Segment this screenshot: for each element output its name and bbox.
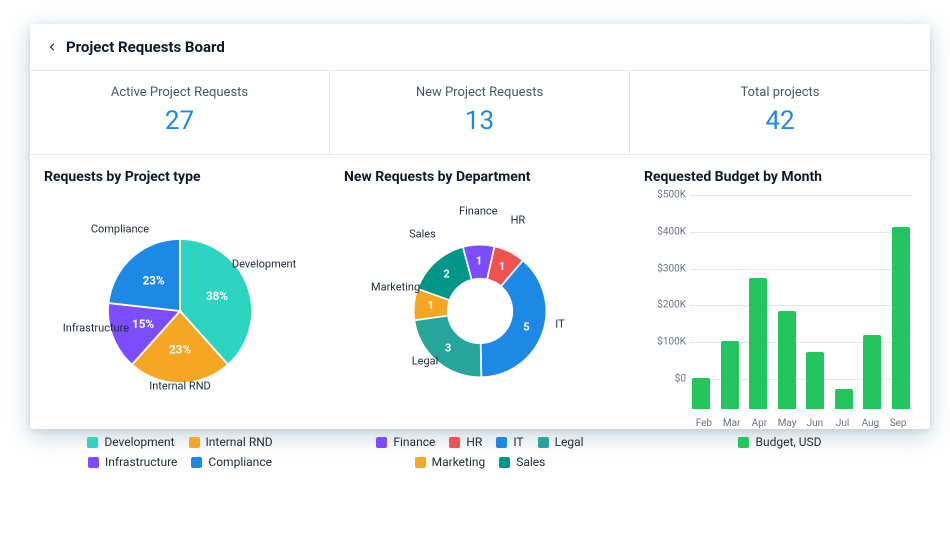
y-tick-label: $500K	[644, 190, 686, 201]
legend-swatch	[496, 437, 507, 448]
legend-item: Finance	[376, 435, 435, 449]
y-tick-label: $300K	[644, 263, 686, 274]
x-tick-label: Sep	[884, 418, 912, 429]
bar	[863, 335, 881, 409]
legend-label: Marketing	[432, 455, 486, 469]
legend-label: Sales	[516, 455, 545, 469]
donut-slice-value: 2	[443, 268, 449, 281]
kpi-label: Active Project Requests	[38, 85, 321, 100]
pie-slice-value: 23%	[143, 274, 165, 288]
kpi-row: Active Project Requests 27 New Project R…	[30, 71, 930, 155]
x-tick-label: Jul	[829, 418, 857, 429]
kpi-value: 13	[338, 106, 621, 136]
donut-slice-value: 1	[428, 299, 434, 312]
x-tick-label: Feb	[690, 418, 718, 429]
pie-slice-value: 23%	[169, 343, 191, 357]
page-title: Project Requests Board	[66, 38, 225, 56]
legend-swatch	[538, 437, 549, 448]
bar	[835, 389, 853, 409]
legend-item: HR	[449, 435, 482, 449]
pie-slice-value: 38%	[206, 289, 228, 303]
y-tick-label: $200K	[644, 300, 686, 311]
bar-legend: Budget, USD	[644, 431, 916, 449]
pie-legend: Development Internal RND Infrastructure Com…	[44, 431, 316, 469]
legend-item: Development	[87, 435, 174, 449]
bar	[806, 352, 824, 409]
legend-swatch	[191, 457, 202, 468]
pie-chart: 38%23%15%23% DevelopmentInternal RNDInfr…	[44, 191, 316, 431]
kpi-new: New Project Requests 13	[330, 71, 630, 154]
legend-item: Legal	[538, 435, 584, 449]
legend-swatch	[87, 437, 98, 448]
chart-title: New Requests by Department	[344, 169, 616, 185]
legend-label: Internal RND	[206, 435, 273, 449]
chart-requests-by-dept: New Requests by Department 1 1 5 3 1 2 Financ…	[330, 155, 630, 429]
legend-swatch	[449, 437, 460, 448]
legend-item: Internal RND	[189, 435, 273, 449]
charts-row: Requests by Project type 38%23%15%23% De…	[30, 155, 930, 429]
y-tick-label: $400K	[644, 226, 686, 237]
legend-item: Compliance	[191, 455, 272, 469]
bar	[721, 341, 739, 409]
y-tick-label: $0	[644, 374, 686, 385]
bar	[692, 378, 710, 409]
donut-slice-value: 1	[476, 255, 482, 268]
kpi-value: 27	[38, 106, 321, 136]
bar-chart: $0$100K$200K$300K$400K$500KFebMarAprMayJ…	[644, 191, 916, 431]
x-tick-label: Aug	[857, 418, 885, 429]
x-tick-label: Mar	[718, 418, 746, 429]
donut-chart: 115312 FinanceHRITLegalMarketingSales	[344, 191, 616, 431]
kpi-total: Total projects 42	[630, 71, 930, 154]
board-header: Project Requests Board	[30, 24, 930, 71]
donut-slice-value: 1	[499, 260, 505, 273]
donut-slice-value: 3	[445, 341, 451, 354]
legend-item: Infrastructure	[88, 455, 177, 469]
kpi-value: 42	[638, 106, 922, 136]
legend-item: Sales	[499, 455, 545, 469]
x-tick-label: May	[773, 418, 801, 429]
legend-item: IT	[496, 435, 523, 449]
x-tick-label: Apr	[746, 418, 774, 429]
legend-label: Legal	[555, 435, 584, 449]
donut-slice-value: 5	[523, 320, 529, 333]
chart-title: Requested Budget by Month	[644, 169, 916, 185]
back-icon[interactable]	[46, 41, 58, 53]
legend-label: Development	[104, 435, 174, 449]
legend-swatch	[376, 437, 387, 448]
bar	[892, 227, 910, 409]
legend-item: Marketing	[415, 455, 486, 469]
legend-label: Budget, USD	[755, 435, 821, 449]
project-requests-board: Project Requests Board Active Project Re…	[30, 24, 930, 429]
legend-swatch	[415, 457, 426, 468]
kpi-label: New Project Requests	[338, 85, 621, 100]
legend-swatch	[88, 457, 99, 468]
bar	[778, 311, 796, 409]
bar	[749, 278, 767, 409]
legend-swatch	[499, 457, 510, 468]
chart-title: Requests by Project type	[44, 169, 316, 185]
donut-legend: Finance HR IT Legal Marketing Sales	[344, 431, 616, 469]
x-tick-label: Jun	[801, 418, 829, 429]
legend-label: IT	[513, 435, 523, 449]
legend-label: Finance	[393, 435, 435, 449]
y-tick-label: $100K	[644, 337, 686, 348]
donut-slice-label: HR	[511, 214, 526, 227]
legend-label: Compliance	[208, 455, 272, 469]
pie-slice-value: 15%	[132, 317, 154, 331]
legend-swatch	[738, 437, 749, 448]
legend-swatch	[189, 437, 200, 448]
donut-slice-label: Finance	[459, 205, 497, 218]
legend-label: HR	[466, 435, 482, 449]
chart-requests-by-type: Requests by Project type 38%23%15%23% De…	[30, 155, 330, 429]
chart-budget-by-month: Requested Budget by Month $0 $100K $200K $3…	[630, 155, 930, 429]
kpi-active: Active Project Requests 27	[30, 71, 330, 154]
legend-label: Infrastructure	[105, 455, 177, 469]
legend-item: Budget, USD	[738, 435, 821, 449]
kpi-label: Total projects	[638, 85, 922, 100]
